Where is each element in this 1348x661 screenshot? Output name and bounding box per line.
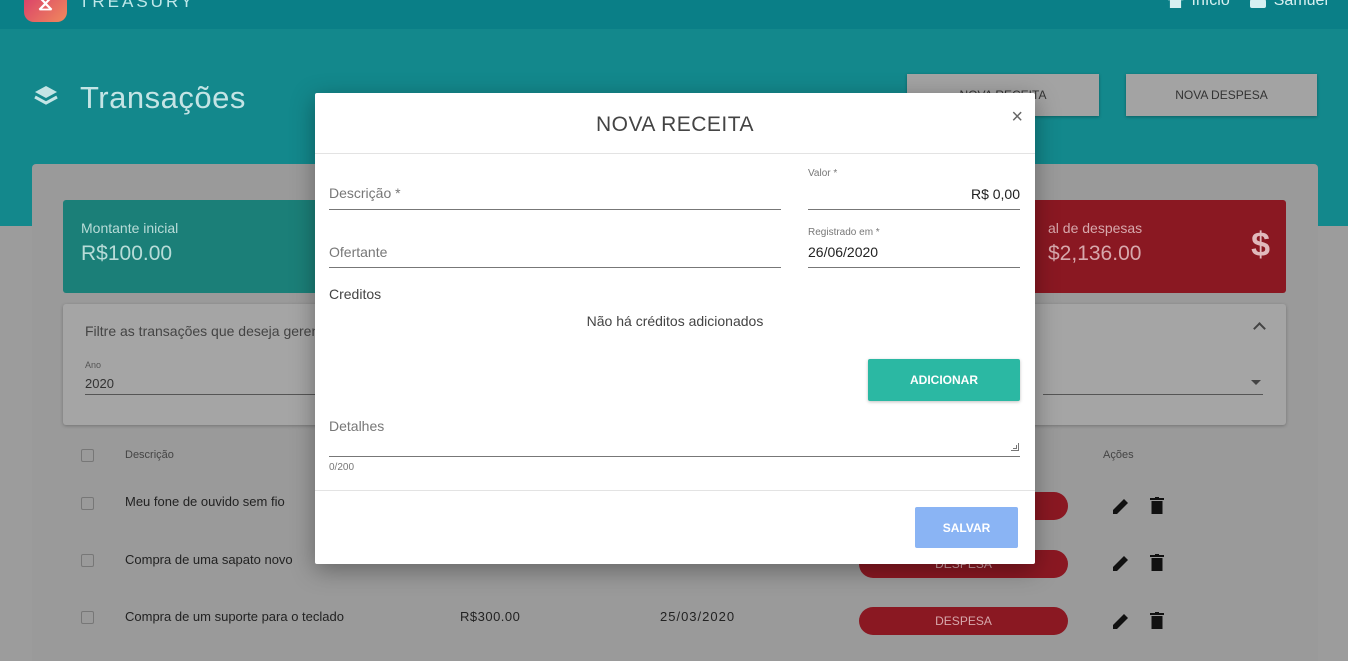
dialog-footer-divider bbox=[315, 490, 1035, 491]
dialog-header-divider bbox=[315, 153, 1035, 154]
value-field[interactable]: Valor * R$ 0,00 bbox=[808, 168, 1020, 210]
year-select[interactable]: 2020 bbox=[85, 376, 114, 391]
app-brand: TREASURY bbox=[79, 0, 196, 11]
row-description: Compra de um suporte para o teclado bbox=[125, 609, 344, 624]
registered-date-underline bbox=[808, 267, 1020, 268]
col-actions-header: Ações bbox=[1103, 449, 1134, 461]
row-checkbox[interactable] bbox=[81, 497, 94, 510]
close-icon[interactable]: × bbox=[1011, 107, 1023, 127]
credits-heading: Creditos bbox=[329, 286, 382, 302]
description-underline bbox=[329, 209, 781, 210]
total-expenses-value: $2,136.00 bbox=[1048, 242, 1142, 265]
user-icon bbox=[1249, 0, 1266, 8]
trash-icon[interactable] bbox=[1150, 497, 1164, 514]
chevron-up-icon[interactable] bbox=[1253, 322, 1266, 335]
details-textarea[interactable] bbox=[329, 456, 1020, 457]
registered-date-label: Registrado em * bbox=[808, 227, 880, 238]
initial-amount-label: Montante inicial bbox=[81, 220, 179, 236]
total-expenses-card: al de despesas $2,136.00 $ bbox=[1030, 200, 1286, 293]
page-title: Transações bbox=[80, 80, 246, 115]
row-type-badge: DESPESA bbox=[859, 607, 1068, 635]
trash-icon[interactable] bbox=[1150, 554, 1164, 571]
row-checkbox[interactable] bbox=[81, 554, 94, 567]
details-char-counter: 0/200 bbox=[329, 462, 355, 473]
textarea-resize-handle[interactable] bbox=[1011, 443, 1019, 451]
total-expenses-label: al de despesas bbox=[1048, 220, 1143, 236]
credits-empty-message: Não há créditos adicionados bbox=[586, 313, 764, 329]
home-icon bbox=[1167, 0, 1184, 8]
details-label: Detalhes bbox=[329, 418, 385, 434]
dialog-title: NOVA RECEITA bbox=[595, 113, 755, 136]
offerer-underline bbox=[329, 267, 781, 268]
value-label: Valor * bbox=[808, 168, 838, 179]
row-description: Compra de uma sapato novo bbox=[125, 552, 293, 567]
description-field[interactable]: Descrição * bbox=[329, 185, 781, 210]
top-navbar: ⧖ TREASURY Início Samuel bbox=[0, 0, 1348, 29]
edit-icon[interactable] bbox=[1112, 612, 1130, 630]
row-description: Meu fone de ouvido sem fio bbox=[125, 494, 285, 509]
filter-text: Filtre as transações que deseja gerenc bbox=[85, 323, 327, 339]
description-label: Descrição * bbox=[329, 185, 401, 201]
nav-home[interactable]: Início bbox=[1167, 0, 1230, 10]
year-underline bbox=[85, 394, 325, 395]
new-income-dialog: NOVA RECEITA × Descrição * Valor * R$ 0,… bbox=[315, 93, 1035, 564]
nav-home-label: Início bbox=[1191, 0, 1230, 9]
row-date: 25/03/2020 bbox=[660, 609, 736, 624]
value-input[interactable]: R$ 0,00 bbox=[808, 186, 1020, 202]
col-description-header: Descrição bbox=[125, 449, 174, 461]
save-button[interactable]: SALVAR bbox=[915, 507, 1018, 548]
new-expense-button[interactable]: NOVA DESPESA bbox=[1126, 74, 1317, 116]
nav-user[interactable]: Samuel bbox=[1249, 0, 1328, 10]
row-value: R$300.00 bbox=[460, 609, 521, 624]
initial-amount-value: R$100.00 bbox=[81, 242, 173, 265]
add-credit-button[interactable]: ADICIONAR bbox=[868, 359, 1020, 401]
dollar-icon: $ bbox=[1251, 226, 1270, 264]
row-checkbox[interactable] bbox=[81, 611, 94, 624]
value-underline bbox=[808, 209, 1020, 210]
offerer-field[interactable]: Ofertante bbox=[329, 244, 781, 268]
trash-icon[interactable] bbox=[1150, 612, 1164, 629]
registered-date-field[interactable]: Registrado em * 26/06/2020 bbox=[808, 227, 1020, 268]
edit-icon[interactable] bbox=[1112, 497, 1130, 515]
offerer-label: Ofertante bbox=[329, 244, 388, 260]
top-nav: Início Samuel bbox=[1167, 0, 1328, 10]
dropdown-arrow-icon[interactable] bbox=[1251, 380, 1261, 385]
layers-icon bbox=[34, 86, 58, 105]
edit-icon[interactable] bbox=[1112, 554, 1130, 572]
app-logo[interactable]: ⧖ bbox=[24, 0, 67, 22]
nav-user-label: Samuel bbox=[1273, 0, 1328, 9]
registered-date-input[interactable]: 26/06/2020 bbox=[808, 244, 1020, 260]
year-label: Ano bbox=[85, 360, 102, 370]
filter-select-underline bbox=[1043, 394, 1263, 395]
select-all-checkbox[interactable] bbox=[81, 449, 94, 462]
initial-amount-card: Montante inicial R$100.00 bbox=[63, 200, 323, 293]
